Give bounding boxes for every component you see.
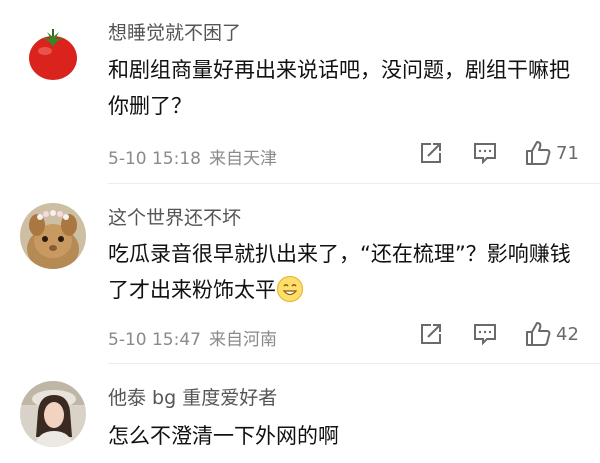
divider [108, 183, 600, 184]
share-icon [421, 143, 441, 163]
comment-icon [474, 324, 496, 346]
comment-meta: 5-10 15:47 来自河南 [108, 325, 277, 350]
comment-text: 和剧组商量好再出来说话吧，没问题，剧组干嘛把你删了？ [108, 58, 570, 118]
reply-button[interactable] [472, 321, 498, 347]
share-icon [421, 324, 441, 344]
thumbs-up-icon [526, 141, 551, 165]
like-button[interactable]: 42 [524, 320, 579, 348]
like-count: 42 [556, 323, 579, 345]
comment-text: 吃瓜录音很早就扒出来了，“还在梳理”？影响赚钱了才出来粉饰太平 [108, 236, 576, 308]
like-count: 71 [556, 142, 579, 164]
username[interactable]: 这个世界还不坏 [108, 203, 241, 230]
comment-meta: 5-10 15:18 来自天津 [108, 144, 277, 169]
share-button[interactable] [418, 140, 444, 166]
smile-emoji [276, 275, 304, 303]
username[interactable]: 想睡觉就不困了 [108, 18, 241, 45]
comment-date: 5-10 15:18 [108, 149, 201, 169]
comment-location: 来自河南 [208, 330, 277, 350]
comment-location: 来自天津 [208, 149, 277, 169]
tomato-avatar[interactable] [20, 20, 86, 86]
reply-button[interactable] [472, 140, 498, 166]
divider [108, 363, 600, 364]
thumbs-up-icon [526, 322, 551, 346]
like-button[interactable]: 71 [524, 139, 579, 167]
comment-text-content: 吃瓜录音很早就扒出来了，“还在梳理”？影响赚钱了才出来粉饰太平 [108, 242, 571, 302]
username[interactable]: 他泰 bg 重度爱好者 [108, 383, 277, 410]
rabbit-avatar[interactable] [20, 203, 86, 269]
share-button[interactable] [418, 321, 444, 347]
comment-text: 怎么不澄清一下外网的啊 [108, 424, 339, 448]
comment-date: 5-10 15:47 [108, 330, 201, 350]
woman-portrait-avatar[interactable] [20, 381, 86, 447]
comment-icon [474, 143, 496, 165]
